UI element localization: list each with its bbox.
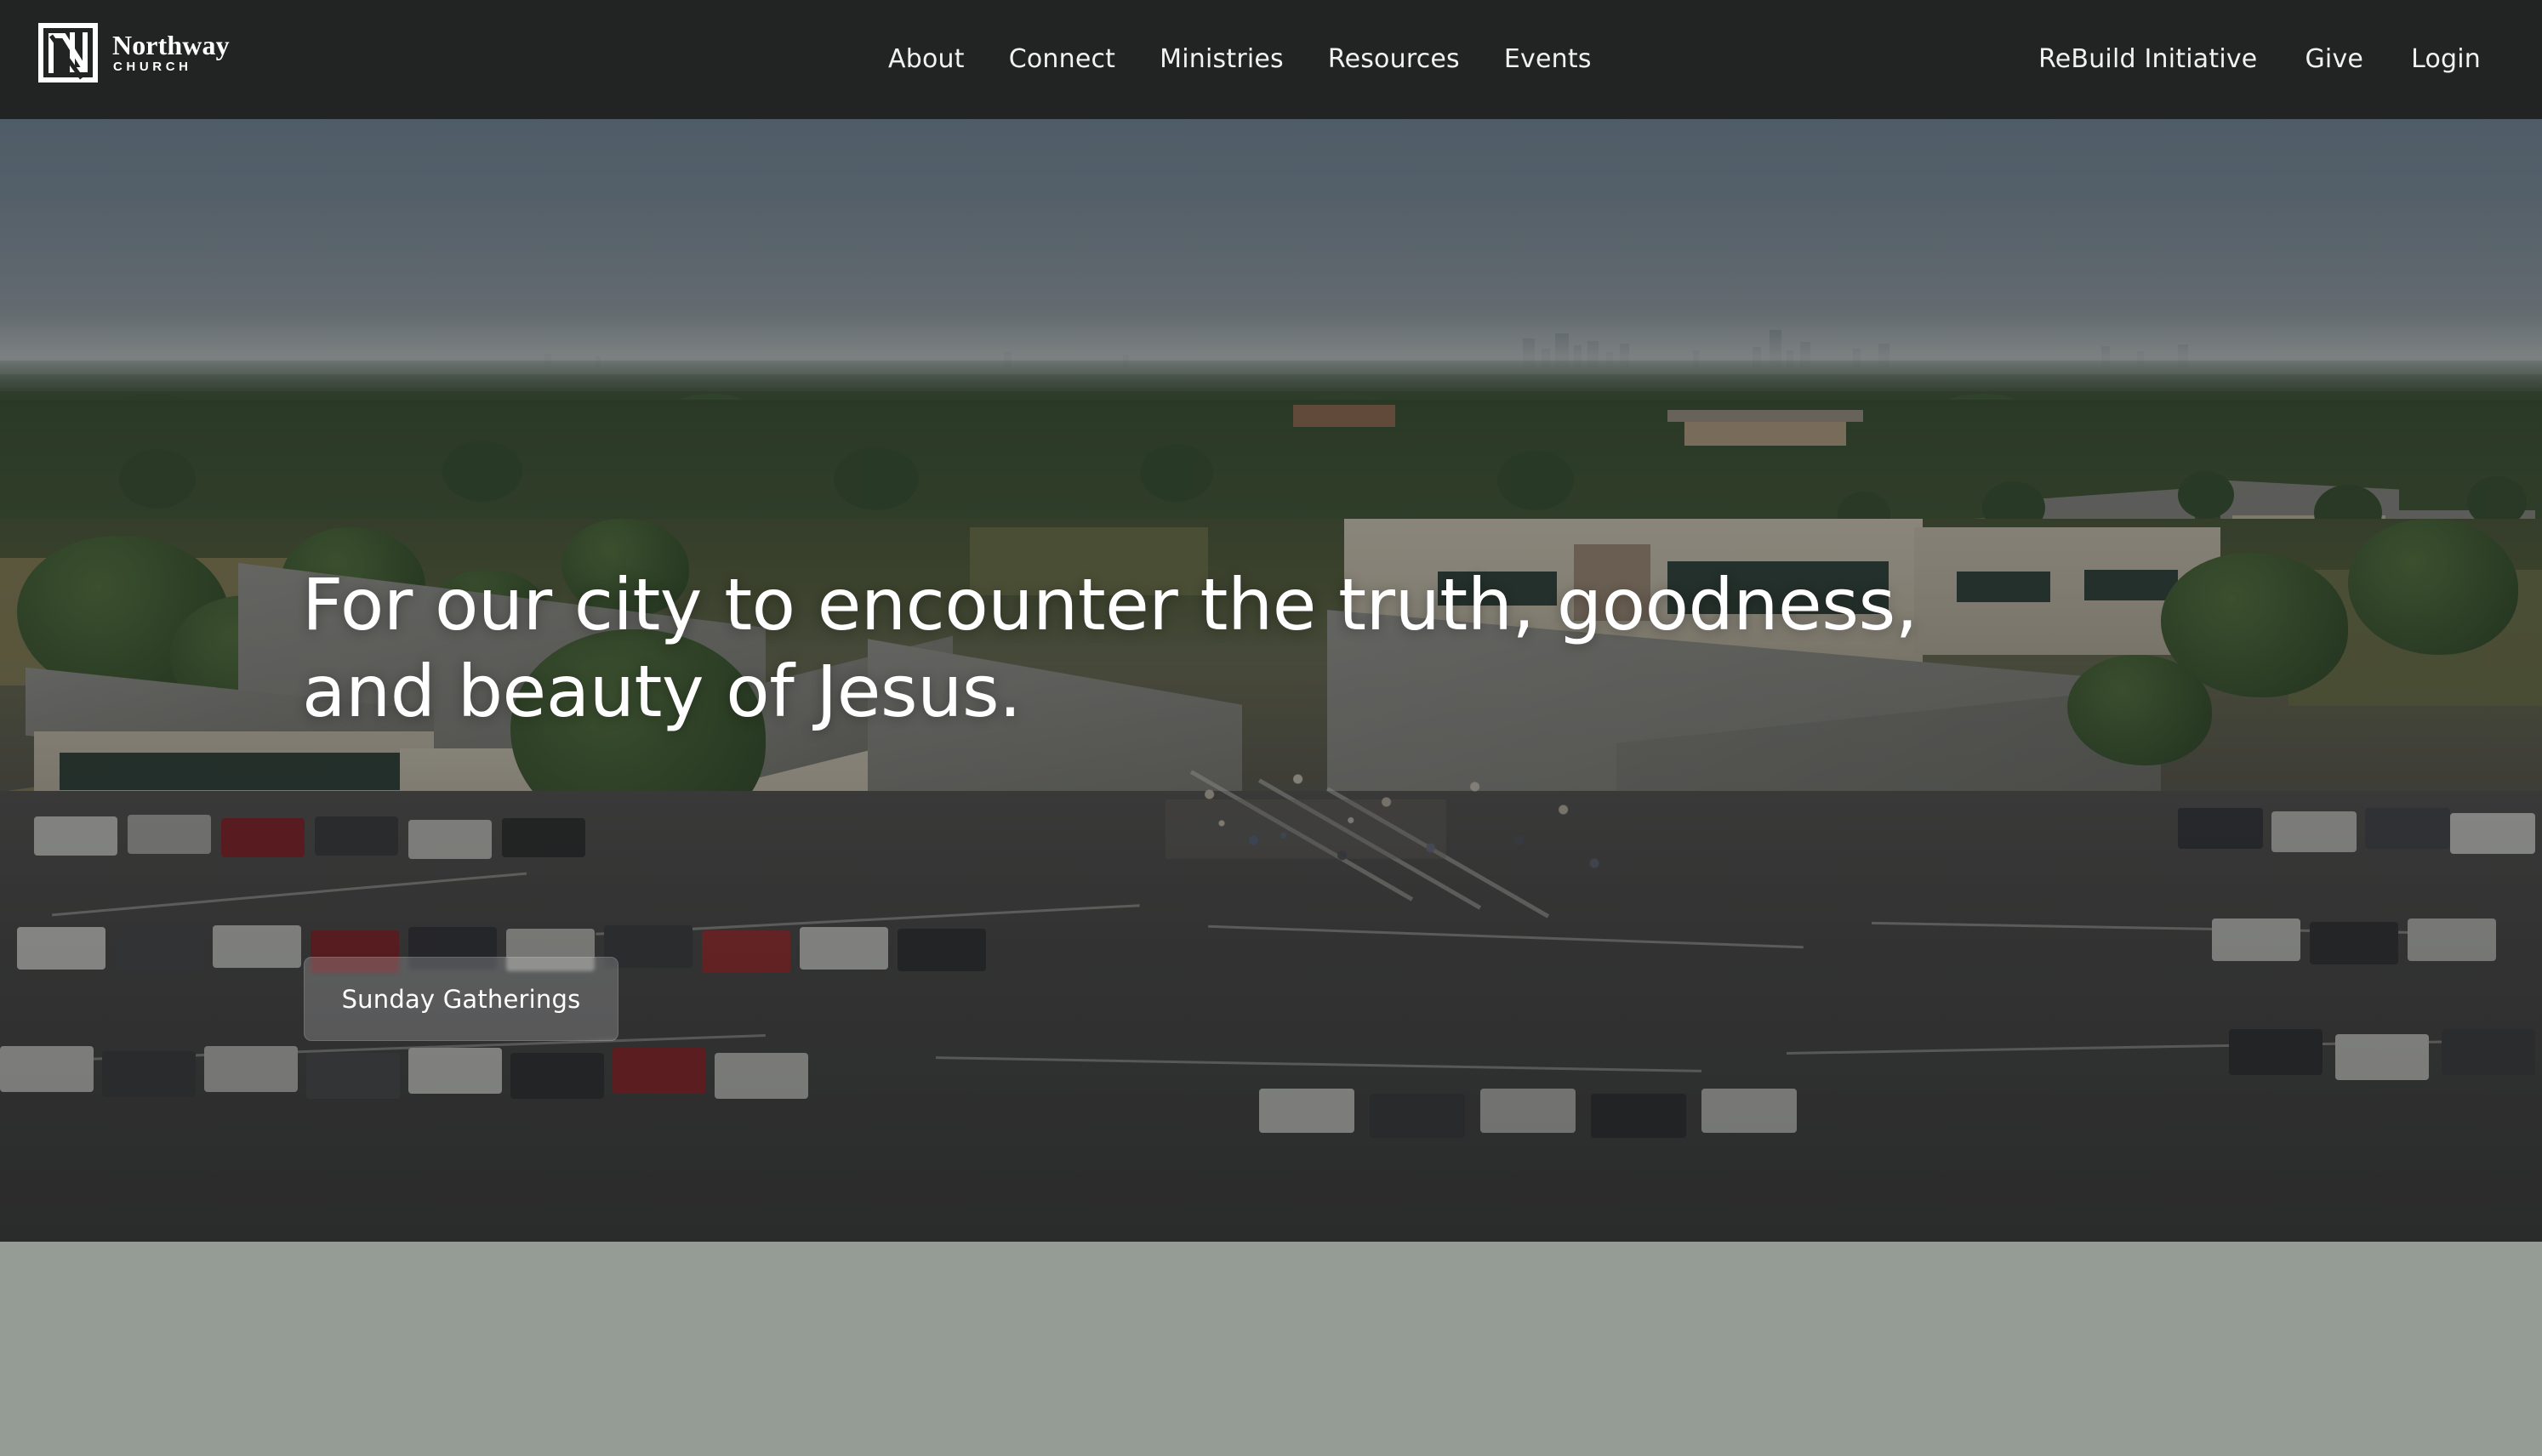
mission-section: OUR MISSION: [0, 1242, 2542, 1456]
site-header: Northway CHURCH About Connect Ministries…: [0, 0, 2542, 119]
hero-content: For our city to encounter the truth, goo…: [0, 119, 2542, 1242]
site-logo[interactable]: Northway CHURCH: [37, 22, 230, 83]
nav-item-resources[interactable]: Resources: [1306, 38, 1482, 81]
nav-item-rebuild-initiative[interactable]: ReBuild Initiative: [2015, 38, 2281, 81]
utility-navigation: ReBuild Initiative Give Login: [2015, 0, 2505, 119]
nav-item-give[interactable]: Give: [2281, 38, 2387, 81]
nav-item-events[interactable]: Events: [1482, 38, 1614, 81]
hero-headline: For our city to encounter the truth, goo…: [302, 563, 1918, 734]
primary-navigation: About Connect Ministries Resources Event…: [866, 0, 1614, 119]
hero-section: For our city to encounter the truth, goo…: [0, 119, 2542, 1242]
page-root: Northway CHURCH About Connect Ministries…: [0, 0, 2542, 1456]
logo-name-primary: Northway: [112, 29, 230, 60]
logo-wordmark: Northway CHURCH: [112, 30, 230, 77]
nav-item-connect[interactable]: Connect: [987, 38, 1137, 81]
sunday-gatherings-button[interactable]: Sunday Gatherings: [304, 957, 618, 1041]
northway-n-monogram-icon: [37, 22, 99, 83]
nav-item-login[interactable]: Login: [2387, 38, 2505, 81]
nav-item-ministries[interactable]: Ministries: [1137, 38, 1306, 81]
logo-name-secondary: CHURCH: [113, 60, 192, 75]
nav-item-about[interactable]: About: [866, 38, 987, 81]
